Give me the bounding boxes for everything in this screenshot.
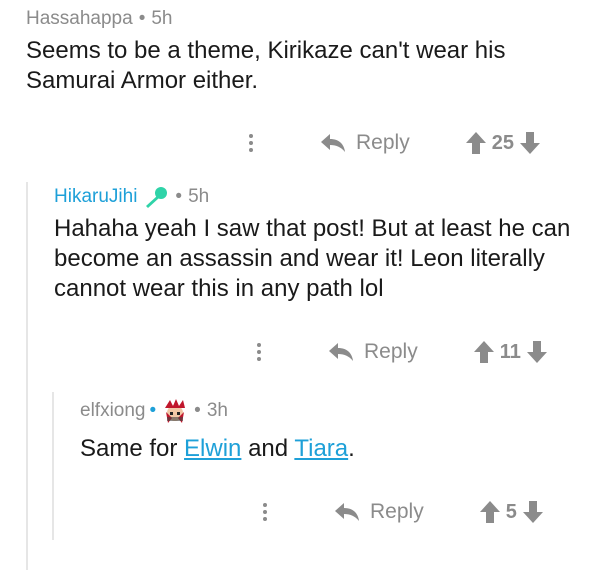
body-text-mid: and [241,435,295,462]
downvote-icon[interactable] [519,132,540,154]
comment-meta: elfxiong • • 3h [80,398,580,424]
comment-meta: HikaruJihi • 5h [54,186,590,208]
comment-body: Seems to be a theme, Kirikaze can't wear… [26,37,506,94]
meta-separator: • [194,400,201,421]
vote-controls: 5 [479,500,543,524]
body-text-prefix: Same for [80,435,185,462]
downvote-icon[interactable] [522,501,543,523]
reply-label: Reply [364,340,418,363]
comment-body: Same for Elwin and Tiara. [80,434,580,464]
reply-button[interactable]: Reply [320,131,410,155]
microphone-icon [146,187,168,208]
more-options-icon[interactable] [262,503,268,521]
upvote-icon[interactable] [479,501,500,523]
upvote-icon[interactable] [473,341,494,363]
vote-count: 5 [505,500,517,523]
downvote-icon[interactable] [526,341,547,363]
reply-arrow-icon [335,503,359,521]
meta-separator: • [138,8,146,29]
reply-button[interactable]: Reply [328,340,418,364]
comment-1: Hassahappa • 5h Seems to be a theme, Kir… [26,8,586,96]
upvote-icon[interactable] [465,132,486,154]
timestamp: 5h [188,186,210,207]
thread-line [26,182,28,570]
more-options-icon[interactable] [248,134,254,152]
more-options-icon[interactable] [256,343,262,361]
meta-separator: • [175,186,183,207]
timestamp: 3h [206,400,228,421]
author-name[interactable]: HikaruJihi [54,186,137,208]
reply-button[interactable]: Reply [334,500,424,524]
author-name[interactable]: elfxiong [80,400,146,422]
author-name[interactable]: Hassahappa [26,8,133,30]
comment-actions: Reply 5 [262,500,543,524]
reply-label: Reply [370,500,424,523]
comment-2: HikaruJihi • 5h Hahaha yeah I saw that p… [54,186,590,304]
meta-separator: • [149,400,157,421]
reply-label: Reply [356,131,410,154]
comment-body: Hahaha yeah I saw that post! But at leas… [54,215,571,302]
link-tiara[interactable]: Tiara [294,435,348,462]
vote-count: 25 [491,131,514,154]
vote-controls: 25 [465,131,540,155]
link-elwin[interactable]: Elwin [184,435,241,462]
body-text-suffix: . [348,435,355,462]
vote-count: 11 [499,340,521,363]
comment-meta: Hassahappa • 5h [26,8,586,30]
comment-3: elfxiong • • 3h Same for Elwin and Tiara… [80,398,580,464]
comment-actions: Reply 11 [256,340,547,364]
timestamp: 5h [151,8,173,29]
vote-controls: 11 [473,340,547,364]
avatar-icon [165,399,186,423]
reply-arrow-icon [329,343,353,361]
reply-arrow-icon [321,134,345,152]
thread-line [52,392,54,540]
comment-actions: Reply 25 [248,131,540,155]
